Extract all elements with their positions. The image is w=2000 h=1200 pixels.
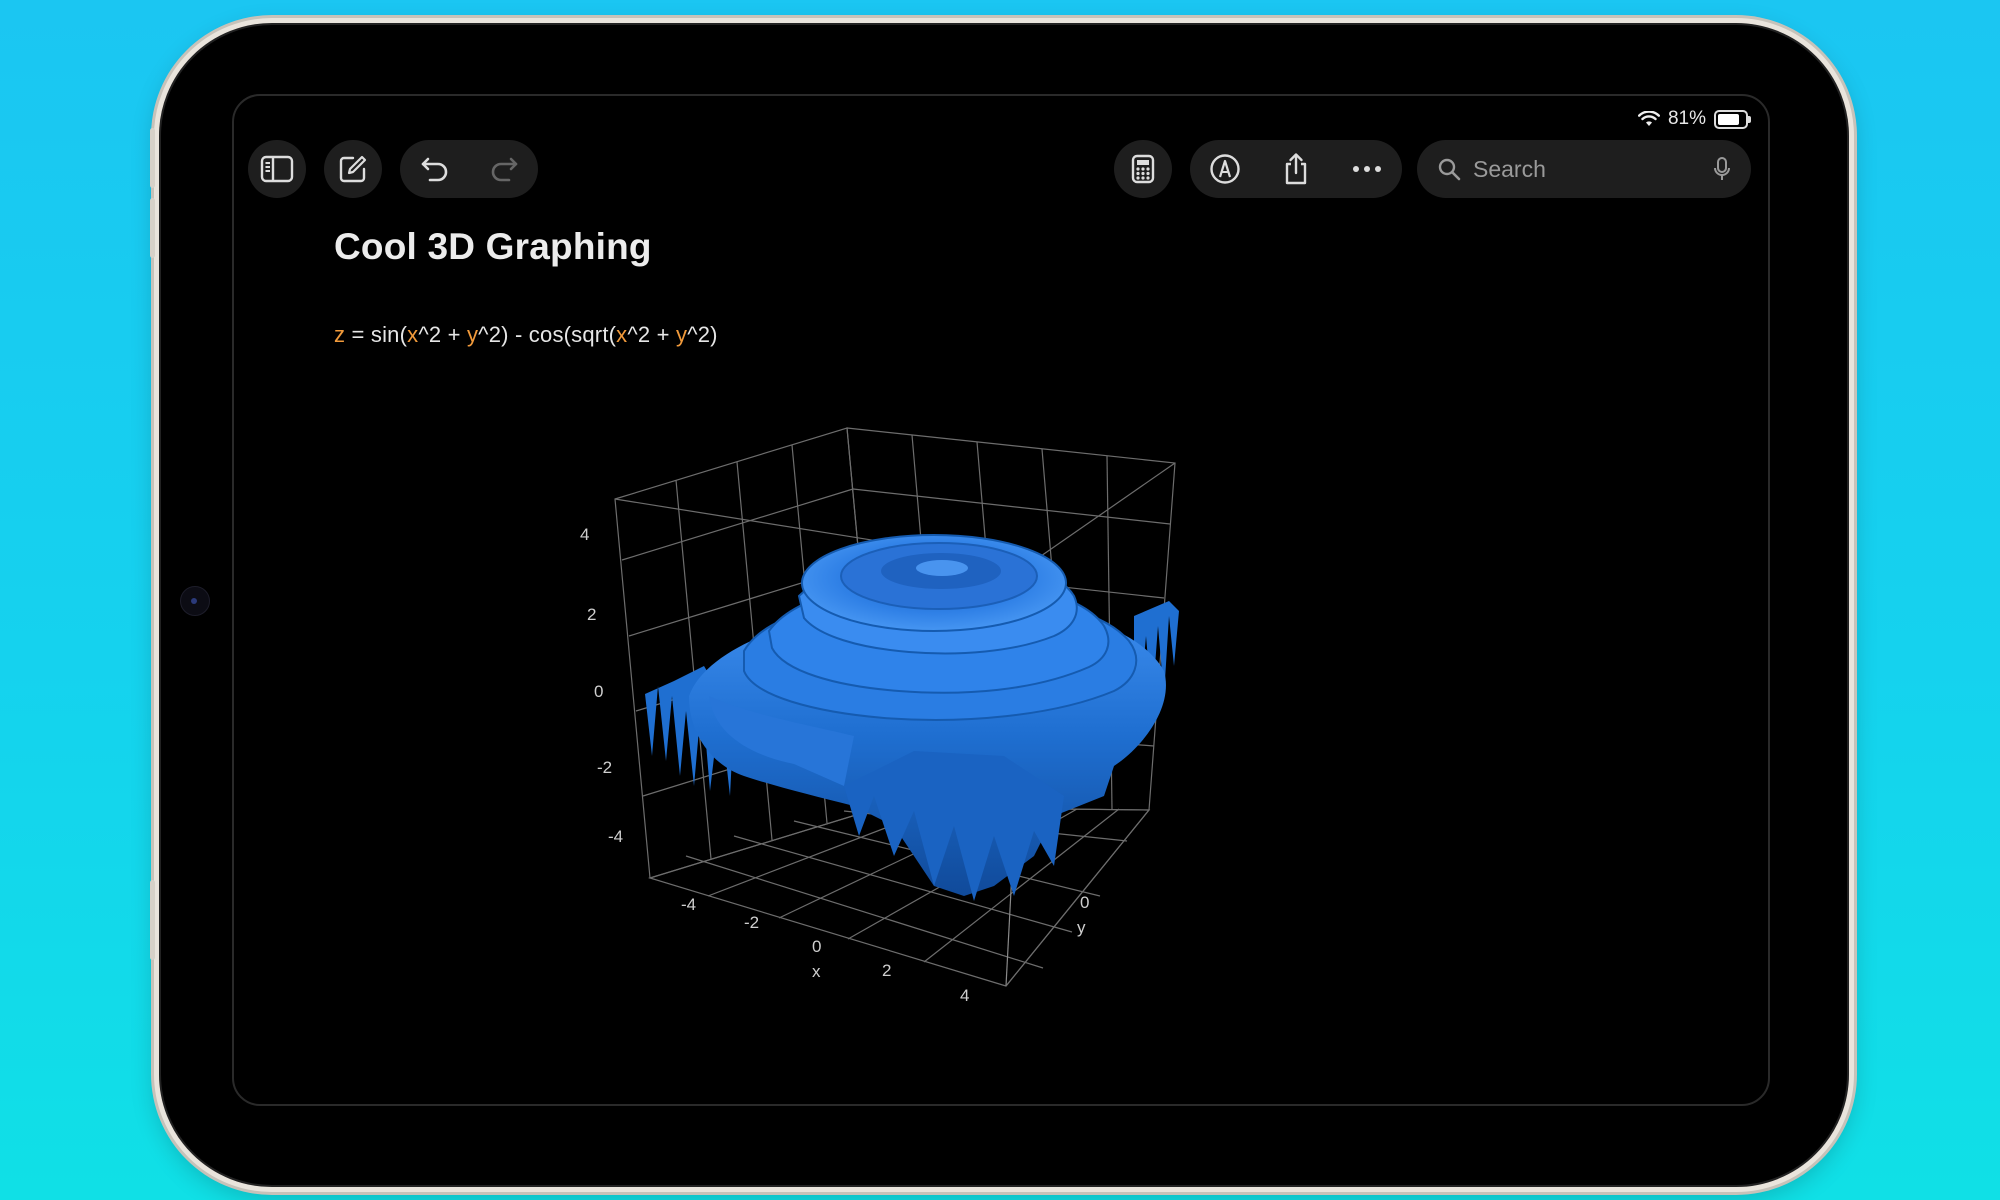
volume-up-button bbox=[150, 128, 155, 188]
surface bbox=[645, 534, 1179, 901]
x-tick-0: 0 bbox=[812, 937, 821, 956]
notes-app-screen: 81% Search Cool 3D Graphing z = sin(x^2 … bbox=[232, 94, 1770, 1106]
y-tick-0: 0 bbox=[1080, 893, 1089, 912]
x-tick-4: 4 bbox=[960, 986, 969, 1005]
x-axis-ticks: -4 -2 0 2 4 x bbox=[681, 895, 969, 1005]
side-button bbox=[150, 880, 155, 960]
z-tick-4: 4 bbox=[580, 525, 589, 544]
x-tick-2: 2 bbox=[882, 961, 891, 980]
z-axis-ticks: 4 2 0 -2 -4 bbox=[580, 525, 623, 846]
z-tick-2: 2 bbox=[587, 605, 596, 624]
front-camera bbox=[180, 586, 210, 616]
y-axis-label: y bbox=[1077, 918, 1086, 937]
z-tick-neg4: -4 bbox=[608, 827, 623, 846]
x-tick-neg4: -4 bbox=[681, 895, 696, 914]
volume-down-button bbox=[150, 198, 155, 258]
y-axis-ticks: 0 y bbox=[1077, 893, 1089, 937]
z-tick-neg2: -2 bbox=[597, 758, 612, 777]
x-tick-neg2: -2 bbox=[744, 913, 759, 932]
z-tick-0: 0 bbox=[594, 682, 603, 701]
3d-surface-plot[interactable]: 4 2 0 -2 -4 -4 -2 0 2 4 x 0 y bbox=[234, 96, 1768, 1104]
x-axis-label: x bbox=[812, 962, 821, 981]
